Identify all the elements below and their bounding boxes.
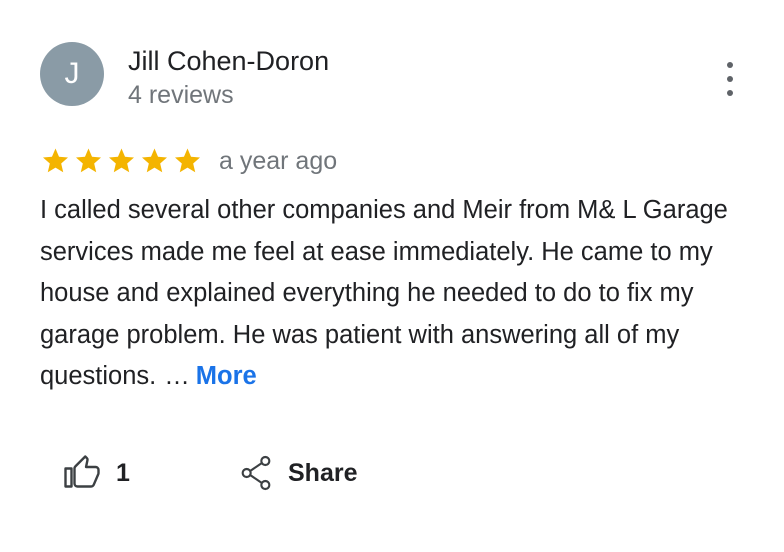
star-icon: [109, 148, 134, 173]
share-label: Share: [288, 459, 358, 487]
star-icon: [142, 148, 167, 173]
rating-row: a year ago: [40, 145, 337, 177]
like-button[interactable]: 1: [64, 452, 240, 494]
review-card: J Jill Cohen-Doron 4 reviews a year ago …: [0, 0, 784, 552]
review-actions: 1 Share: [64, 452, 357, 494]
thumbs-up-icon: [64, 455, 100, 491]
author-review-count[interactable]: 4 reviews: [128, 79, 234, 111]
star-icon: [76, 148, 101, 173]
avatar[interactable]: J: [40, 42, 104, 106]
share-icon: [240, 455, 272, 491]
like-count: 1: [116, 459, 130, 487]
review-body: I called several other companies and Mei…: [40, 196, 728, 391]
author-name[interactable]: Jill Cohen-Doron: [128, 44, 329, 78]
menu-dot: [727, 90, 733, 96]
review-text: I called several other companies and Mei…: [40, 190, 740, 398]
star-rating: [40, 146, 203, 176]
star-icon: [175, 148, 200, 173]
star-icon: [43, 148, 68, 173]
review-timestamp: a year ago: [219, 147, 338, 175]
menu-dot: [727, 76, 733, 82]
share-button[interactable]: Share: [240, 452, 357, 494]
menu-dot: [727, 62, 733, 68]
more-vert-icon[interactable]: [716, 62, 744, 96]
review-ellipsis: …: [164, 362, 190, 391]
more-link[interactable]: More: [196, 362, 257, 390]
